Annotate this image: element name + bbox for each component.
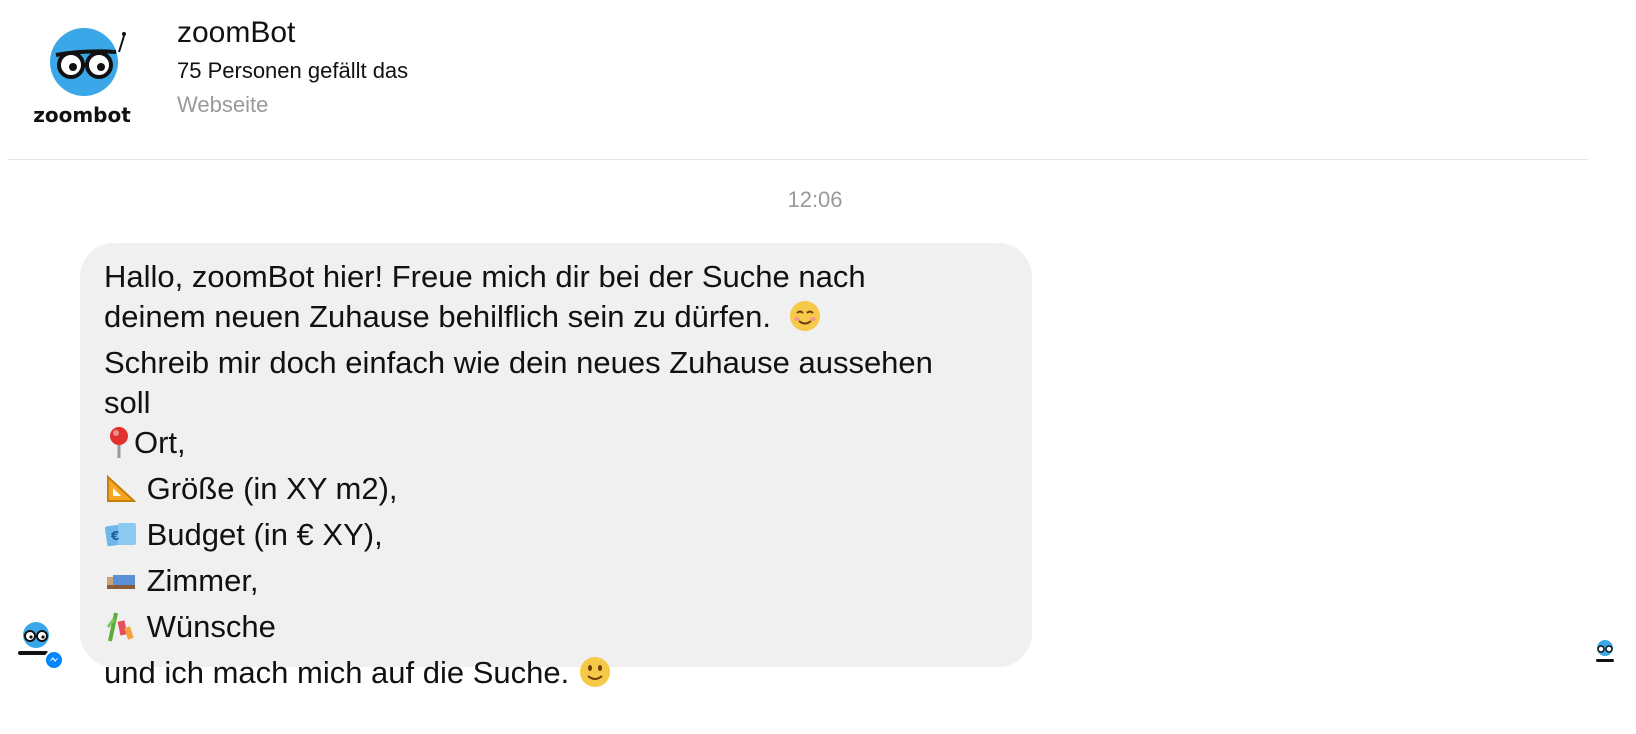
message-line: Schreib mir doch einfach wie dein neues …: [104, 345, 933, 380]
logo-wordmark: zoombot: [33, 103, 131, 127]
likes-count: 75 Personen gefällt das: [177, 58, 409, 83]
svg-text:€: €: [110, 529, 119, 543]
message-bubble[interactable]: Hallo, zoomBot hier! Freue mich dir bei …: [80, 243, 1032, 690]
page-header: zoombot zoomBot 75 Personen gefällt das …: [0, 0, 1636, 160]
message-line: und ich mach mich auf die Suche.: [104, 653, 1008, 699]
slightly-smiling-emoji-icon: [578, 655, 612, 699]
triangular-ruler-emoji-icon: [104, 471, 138, 515]
messenger-chat: zoombot zoomBot 75 Personen gefällt das …: [0, 0, 1636, 734]
zoombot-logo[interactable]: zoombot: [26, 22, 138, 134]
message-line: Hallo, zoomBot hier! Freue mich dir bei …: [104, 259, 866, 294]
page-category: Webseite: [177, 92, 269, 117]
message-line: soll: [104, 385, 151, 420]
zoombot-avatar-icon: [18, 622, 64, 670]
bed-emoji-icon: [104, 563, 138, 607]
page-name[interactable]: zoomBot: [177, 16, 295, 50]
header-divider: [8, 159, 1588, 160]
read-receipt-avatar: [1590, 638, 1620, 668]
zoombot-logo-icon: zoombot: [33, 28, 131, 127]
message-line: Zimmer,: [104, 561, 1008, 607]
message-line: € Budget (in € XY),: [104, 515, 1008, 561]
message-timestamp: 12:06: [787, 187, 843, 212]
zoombot-read-receipt-icon: [1596, 640, 1614, 662]
tanabata-tree-emoji-icon: [104, 609, 138, 653]
message-line: Größe (in XY m2),: [104, 469, 1008, 515]
euro-banknote-emoji-icon: €: [104, 517, 138, 561]
message-line: Wünsche: [104, 607, 1008, 653]
smiling-blush-emoji-icon: [788, 299, 822, 343]
message-line: Ort,: [104, 423, 1008, 469]
sender-avatar[interactable]: [14, 620, 66, 672]
round-pushpin-emoji-icon: [104, 425, 134, 469]
message-line: deinem neuen Zuhause behilflich sein zu …: [104, 297, 1008, 343]
